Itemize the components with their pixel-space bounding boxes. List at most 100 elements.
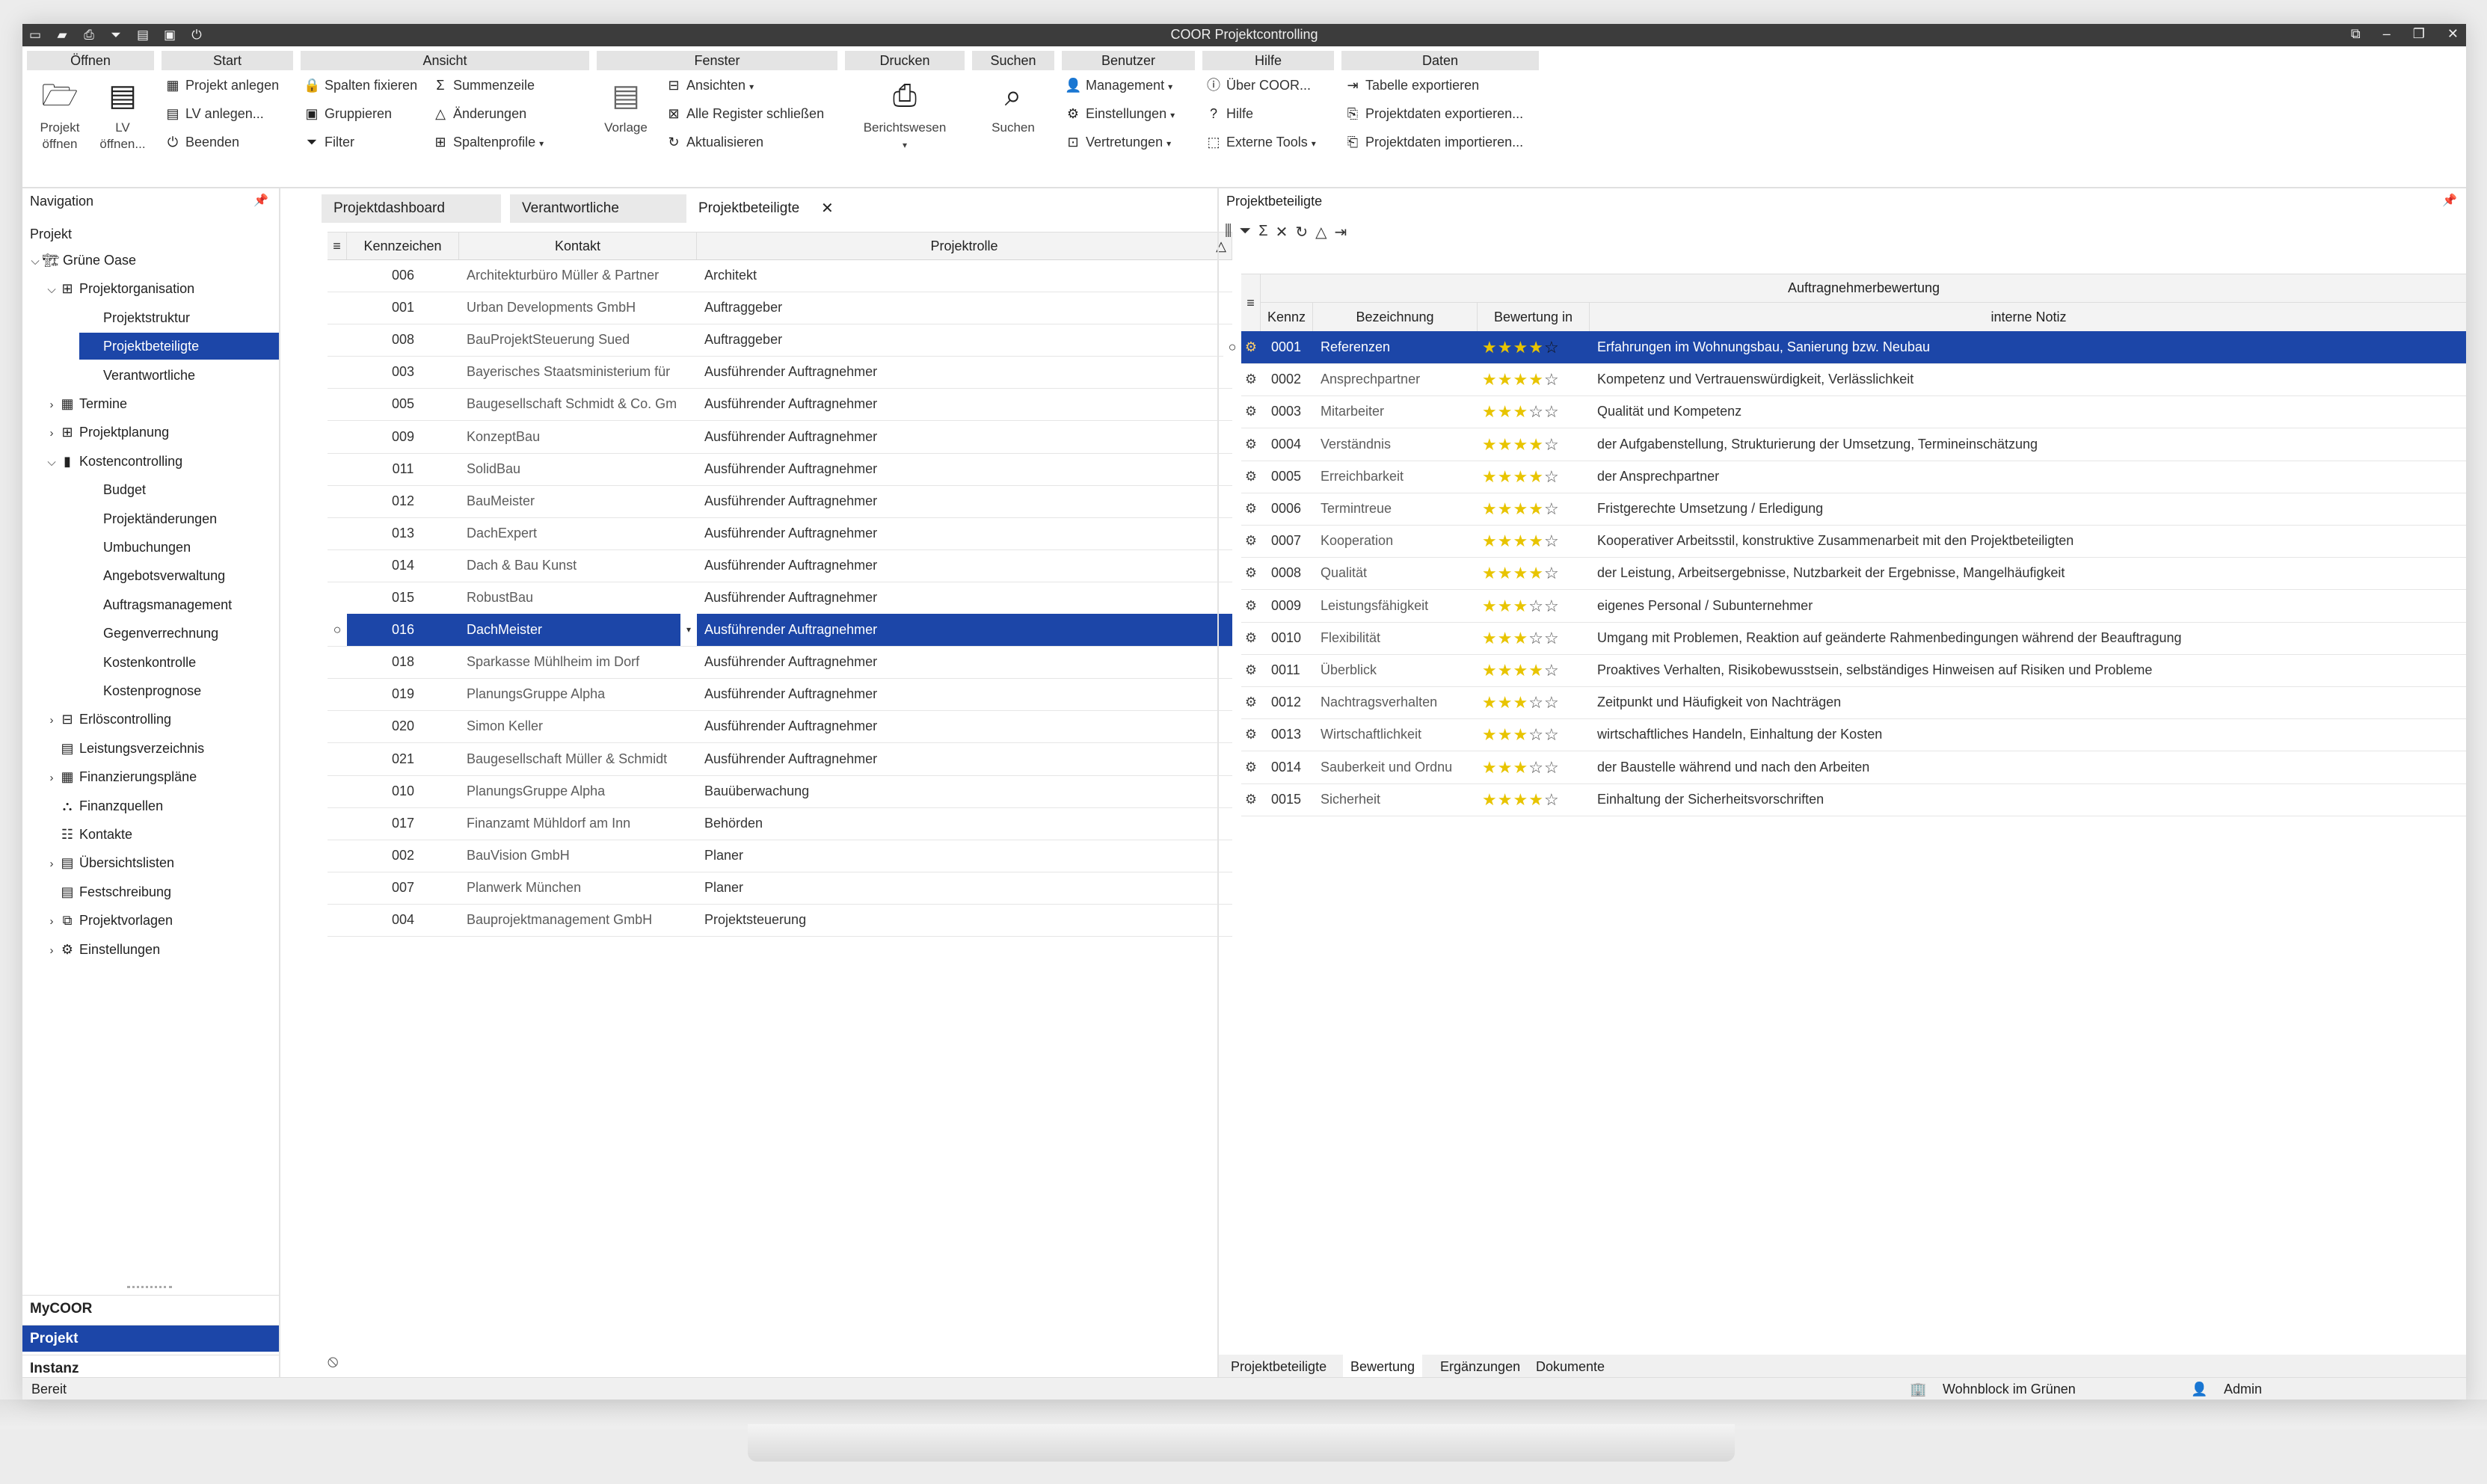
star-rating[interactable]: ★★★★☆ bbox=[1482, 654, 1587, 686]
tree-item[interactable]: ⌵ 🏗 Grüne Oase bbox=[28, 247, 136, 274]
table-row[interactable]: 005 Baugesellschaft Schmidt & Co. Gm Ausfü… bbox=[328, 388, 1232, 422]
table-row[interactable]: 018 Sparkasse Mühlheim im Dorf Ausführende… bbox=[328, 646, 1232, 680]
table-row[interactable]: 015 RobustBau Ausführender Auftragnehmer bbox=[328, 582, 1232, 615]
column-header-interne-notiz[interactable]: interne Notiz bbox=[1590, 303, 2466, 331]
table-row[interactable]: 017 Finanzamt Mühldorf am Inn Behörden bbox=[328, 807, 1232, 840]
table-row[interactable]: ⚙ 0015 Sicherheit ★★★★☆ Einhaltung der Siche… bbox=[1241, 783, 2466, 816]
restore-icon[interactable]: ⧉ bbox=[2351, 26, 2361, 42]
projektdaten-exportieren-button[interactable]: ⎘ Projektdaten exportieren... bbox=[1344, 103, 1523, 124]
star-rating[interactable]: ★★★☆☆ bbox=[1482, 686, 1587, 718]
no-entry-icon[interactable]: ⦸ bbox=[328, 1352, 338, 1371]
gear-icon[interactable]: ⚙ bbox=[1241, 718, 1261, 751]
tree-item[interactable]: Budget bbox=[79, 476, 279, 503]
table-row[interactable]: ⚙ 0005 Erreichbarkeit ★★★★☆ der Ansprechpart… bbox=[1241, 461, 2466, 493]
expand-chevron-icon[interactable]: › bbox=[45, 851, 58, 878]
hilfe-button[interactable]: ? Hilfe bbox=[1205, 103, 1253, 124]
table-row[interactable]: 009 KonzeptBau Ausführender Auftragnehmer bbox=[328, 421, 1232, 454]
bottom-tab-dokumente[interactable]: Dokumente bbox=[1528, 1355, 1612, 1379]
gear-icon[interactable]: ⚙ bbox=[1241, 331, 1261, 363]
table-row[interactable]: ⚙ 0011 Überblick ★★★★☆ Proaktives Verhalten,… bbox=[1241, 654, 2466, 687]
table-row[interactable]: 007 Planwerk München Planer bbox=[328, 872, 1232, 905]
vorlage-button[interactable]: ▤ Vorlage bbox=[598, 75, 654, 136]
tree-item[interactable]: Kostenprognose bbox=[79, 677, 279, 704]
berichtswesen-button[interactable]: ⎙ Berichtswesen ▾ bbox=[845, 75, 965, 153]
tree-item[interactable]: Umbuchungen bbox=[79, 534, 279, 561]
table-row[interactable]: 003 Bayerisches Staatsministerium für Ausf… bbox=[328, 356, 1232, 390]
star-rating[interactable]: ★★★☆☆ bbox=[1482, 590, 1587, 622]
tree-item[interactable]: ⛬ Finanzquellen bbox=[45, 792, 163, 819]
change-icon[interactable]: △ bbox=[1315, 223, 1326, 241]
table-row[interactable]: ⚙ 0009 Leistungsfähigkeit ★★★☆☆ eigenes Pers… bbox=[1241, 590, 2466, 623]
star-rating[interactable]: ★★★★☆ bbox=[1482, 461, 1587, 493]
row-menu-icon[interactable]: ≡ bbox=[1241, 274, 1261, 331]
projekt-anlegen-button[interactable]: ▦ Projekt anlegen bbox=[165, 75, 279, 96]
alle-register-schliessen-button[interactable]: ⊠ Alle Register schließen bbox=[665, 103, 824, 124]
pin-icon[interactable]: 📌 bbox=[253, 188, 268, 214]
projekt-oeffnen-button[interactable]: 🗁 Projekt öffnen bbox=[30, 75, 90, 153]
tree-item[interactable]: › ▦ Termine bbox=[45, 390, 128, 419]
table-row[interactable]: ○ ⚙ 0001 Referenzen ★★★★☆ Erfahrungen im Wohn… bbox=[1223, 331, 2466, 364]
tree-item[interactable]: ▤ Festschreibung bbox=[45, 878, 171, 905]
gear-icon[interactable]: ⚙ bbox=[1241, 493, 1261, 525]
table-row[interactable]: 013 DachExpert Ausführender Auftragnehmer bbox=[328, 517, 1232, 550]
close-tab-icon[interactable]: ✕ bbox=[821, 199, 834, 218]
star-rating[interactable]: ★★★★☆ bbox=[1482, 428, 1587, 461]
expand-chevron-icon[interactable]: › bbox=[45, 908, 58, 935]
star-rating[interactable]: ★★★☆☆ bbox=[1482, 718, 1587, 751]
aktualisieren-button[interactable]: ↻ Aktualisieren bbox=[665, 132, 763, 153]
gear-icon[interactable]: ⚙ bbox=[1241, 428, 1261, 461]
gear-icon[interactable]: ⚙ bbox=[1241, 461, 1261, 493]
columns-icon[interactable]: ⫼ bbox=[1225, 223, 1232, 241]
spalten-fixieren-button[interactable]: 🔒 Spalten fixieren bbox=[304, 75, 417, 96]
expand-chevron-icon[interactable]: ⌵ bbox=[45, 277, 58, 304]
tree-item[interactable]: Verantwortliche bbox=[79, 362, 279, 389]
column-header-bewertung[interactable]: Bewertung in bbox=[1478, 303, 1590, 331]
suchen-button[interactable]: ⌕ Suchen bbox=[972, 75, 1054, 136]
expand-chevron-icon[interactable]: › bbox=[45, 707, 58, 734]
minimize-icon[interactable]: – bbox=[2383, 26, 2391, 42]
table-row[interactable]: ⚙ 0010 Flexibilität ★★★☆☆ Umgang mit Problem… bbox=[1241, 622, 2466, 655]
table-row[interactable]: 014 Dach & Bau Kunst Ausführender Auftragn… bbox=[328, 549, 1232, 582]
table-row[interactable]: ⚙ 0006 Termintreue ★★★★☆ Fristgerechte Umset… bbox=[1241, 493, 2466, 526]
table-row[interactable]: ⚙ 0008 Qualität ★★★★☆ der Leistung, Arbeitse… bbox=[1241, 557, 2466, 591]
table-row[interactable]: ○ 016 DachMeister Ausführender Auftragnehme… bbox=[328, 614, 1232, 647]
bottom-tab-ergänzungen[interactable]: Ergänzungen bbox=[1433, 1355, 1528, 1379]
expand-chevron-icon[interactable]: ⌵ bbox=[28, 248, 42, 275]
tree-item[interactable]: Angebotsverwaltung bbox=[79, 562, 279, 589]
gear-icon[interactable]: ⚙ bbox=[1241, 654, 1261, 686]
nav-tab-mycoor[interactable]: MyCOOR bbox=[22, 1295, 279, 1322]
beenden-button[interactable]: ⏻ Beenden bbox=[165, 132, 239, 153]
tab-projektbeteiligte[interactable]: Projektbeteiligte bbox=[686, 194, 843, 223]
tree-item[interactable]: ▤ Leistungsverzeichnis bbox=[45, 735, 204, 762]
einstellungen-dropdown[interactable]: ⚙ Einstellungen ▾ bbox=[1065, 103, 1175, 124]
tree-item[interactable]: › ▦ Finanzierungspläne bbox=[45, 763, 197, 790]
star-rating[interactable]: ★★★☆☆ bbox=[1482, 622, 1587, 654]
star-rating[interactable]: ★★★★☆ bbox=[1482, 783, 1587, 816]
tree-item[interactable]: Kostenkontrolle bbox=[79, 649, 279, 676]
expand-chevron-icon[interactable]: › bbox=[45, 937, 58, 964]
table-row[interactable]: 011 SolidBau Ausführender Auftragnehmer bbox=[328, 453, 1232, 486]
gruppieren-button[interactable]: ▣ Gruppieren bbox=[304, 103, 392, 124]
tree-item[interactable]: › ⊟ Erlöscontrolling bbox=[45, 706, 172, 734]
table-row[interactable]: 008 BauProjektSteuerung Sued Auftraggeber bbox=[328, 324, 1232, 357]
table-row[interactable]: 010 PlanungsGruppe Alpha Bauüberwachung bbox=[328, 775, 1232, 808]
ansichten-dropdown[interactable]: ⊟ Ansichten ▾ bbox=[665, 75, 754, 96]
table-row[interactable]: 002 BauVision GmbH Planer bbox=[328, 840, 1232, 872]
filter-button[interactable]: ⏷ Filter bbox=[304, 132, 354, 153]
column-header-bezeichnung[interactable]: Bezeichnung bbox=[1313, 303, 1478, 331]
dropdown-arrow-icon[interactable]: ▾ bbox=[680, 614, 697, 647]
tree-item[interactable]: ⌵ ⊞ Projektorganisation bbox=[45, 275, 194, 302]
gear-icon[interactable]: ⚙ bbox=[1241, 622, 1261, 654]
nav-tab-projekt[interactable]: Projekt bbox=[22, 1325, 279, 1352]
pin-icon[interactable]: 📌 bbox=[2442, 188, 2457, 214]
bottom-tab-bewertung[interactable]: Bewertung bbox=[1343, 1355, 1423, 1379]
table-row[interactable]: ⚙ 0007 Kooperation ★★★★☆ Kooperativer Arbeit… bbox=[1241, 525, 2466, 558]
expand-chevron-icon[interactable]: › bbox=[45, 392, 58, 419]
tree-item[interactable]: ⌵ ▮ Kostencontrolling bbox=[45, 448, 182, 475]
table-row[interactable]: 021 Baugesellschaft Müller & Schmidt Ausfü… bbox=[328, 743, 1232, 776]
table-row[interactable]: ⚙ 0002 Ansprechpartner ★★★★☆ Kompetenz und V… bbox=[1241, 363, 2466, 397]
export-icon[interactable]: ⇥ bbox=[1335, 223, 1347, 241]
table-row[interactable]: 020 Simon Keller Ausführender Auftragnehme… bbox=[328, 710, 1232, 744]
gear-icon[interactable]: ⚙ bbox=[1241, 557, 1261, 589]
tree-item[interactable]: Gegenverrechnung bbox=[79, 620, 279, 647]
